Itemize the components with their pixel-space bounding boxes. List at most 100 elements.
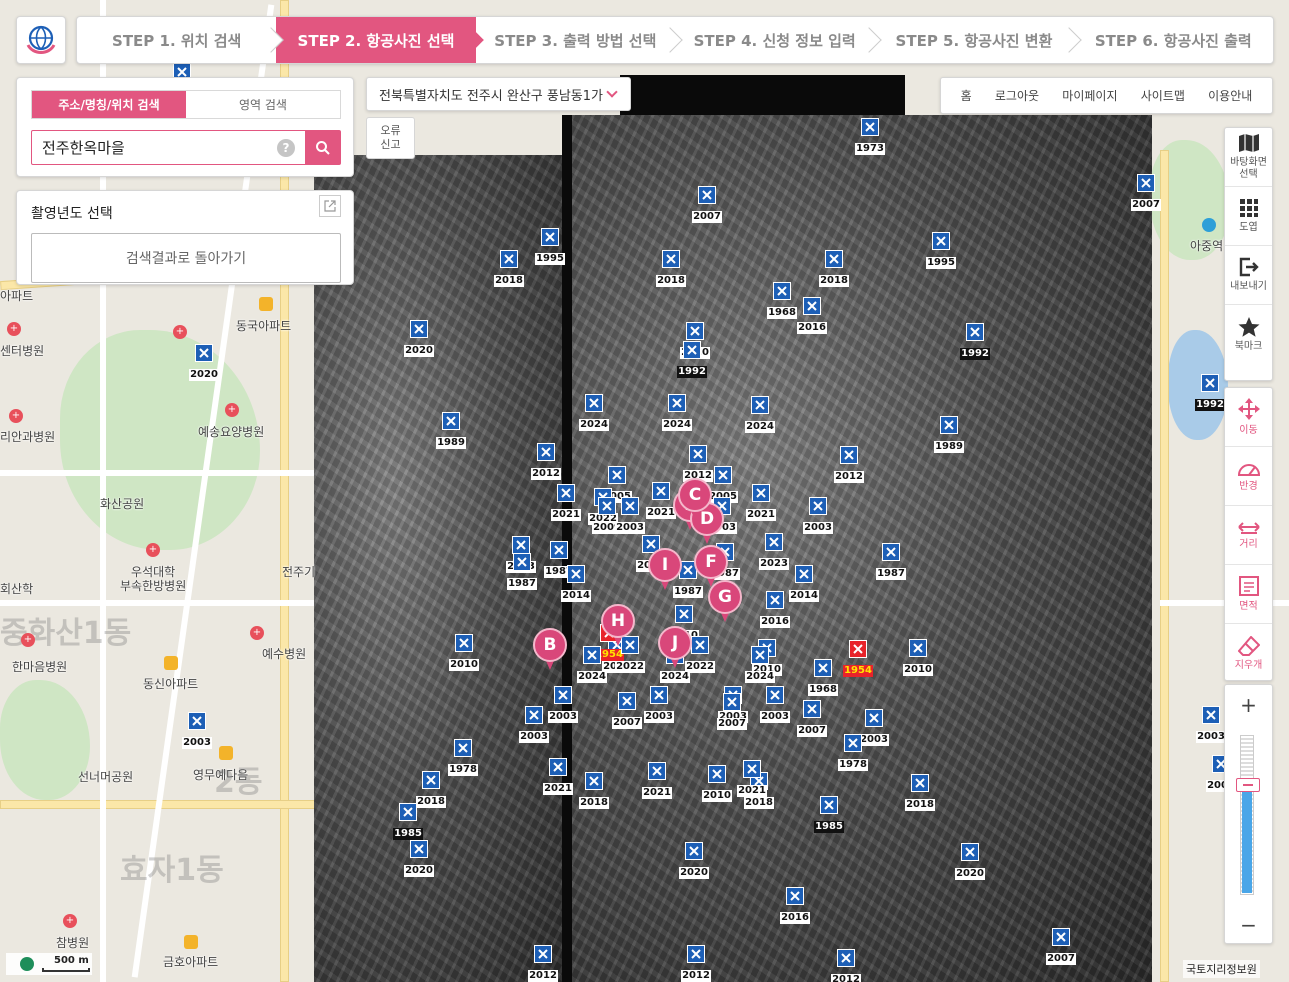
area-button[interactable]: 면적 <box>1225 565 1272 624</box>
aerial-photo-marker[interactable]: 1992 <box>1195 374 1225 411</box>
help-icon[interactable]: ? <box>277 139 295 157</box>
aerial-photo-marker[interactable]: 2003 <box>1196 706 1226 743</box>
aerial-photo-marker[interactable]: 1992 <box>960 323 990 360</box>
sheet-index-button[interactable]: 도엽 <box>1225 187 1272 246</box>
logo-button[interactable] <box>16 16 66 64</box>
aerial-photo-marker[interactable]: 2021 <box>646 482 676 519</box>
aerial-photo-marker[interactable]: 2012 <box>834 446 864 483</box>
aerial-photo-marker[interactable]: 1985 <box>814 796 844 833</box>
aerial-photo-marker[interactable]: 1995 <box>535 228 565 265</box>
aerial-photo-marker[interactable]: 2024 <box>577 646 607 683</box>
aerial-photo-marker[interactable]: 1973 <box>855 118 885 155</box>
aerial-photo-marker[interactable]: 2024 <box>662 394 692 431</box>
aerial-photo-marker[interactable]: 2003 <box>760 686 790 723</box>
aerial-photo-marker[interactable]: 2018 <box>905 774 935 811</box>
aerial-photo-marker[interactable]: 2018 <box>494 250 524 287</box>
aerial-photo-marker[interactable]: 2003 <box>519 706 549 743</box>
aerial-photo-marker[interactable]: 2014 <box>789 565 819 602</box>
aerial-photo-marker[interactable]: 1968 <box>767 282 797 319</box>
zoom-slider-handle[interactable] <box>1236 777 1260 792</box>
aerial-photo-marker[interactable]: 2020 <box>404 840 434 877</box>
aerial-photo-marker[interactable]: 2018 <box>656 250 686 287</box>
aerial-photo-marker[interactable]: 2024 <box>579 394 609 431</box>
search-result-pin[interactable]: I <box>648 548 682 592</box>
aerial-photo-marker[interactable]: 1954 <box>843 640 873 677</box>
aerial-photo-marker[interactable]: 2012 <box>528 945 558 982</box>
bookmark-button[interactable]: 북마크 <box>1225 305 1272 364</box>
aerial-photo-marker[interactable]: 2003 <box>182 712 212 749</box>
nav-logout[interactable]: 로그아웃 <box>989 83 1045 108</box>
zoom-out-button[interactable]: − <box>1225 907 1272 943</box>
aerial-photo-marker[interactable]: 1989 <box>436 412 466 449</box>
aerial-photo-marker[interactable]: 2003 <box>548 686 578 723</box>
back-to-results-button[interactable]: 검색결과로 돌아가기 <box>31 233 341 283</box>
search-result-pin[interactable]: G <box>708 580 742 624</box>
aerial-photo-marker[interactable]: 2020 <box>404 320 434 357</box>
tab-address-search[interactable]: 주소/명칭/위치 검색 <box>32 91 186 118</box>
aerial-photo-marker[interactable]: 1987 <box>876 543 906 580</box>
search-result-pin[interactable]: B <box>533 628 567 672</box>
aerial-photo-marker[interactable]: 2007 <box>1046 928 1076 965</box>
aerial-photo-marker[interactable]: 2007 <box>692 186 722 223</box>
search-result-pin[interactable]: J <box>658 626 692 670</box>
nav-guide[interactable]: 이용안내 <box>1202 83 1258 108</box>
aerial-photo-marker[interactable]: 1987 <box>507 553 537 590</box>
aerial-photo-marker[interactable]: 1995 <box>926 232 956 269</box>
aerial-photo-marker[interactable]: 2012 <box>681 945 711 982</box>
export-button[interactable]: 내보내기 <box>1225 246 1272 305</box>
aerial-photo-marker[interactable]: 2007 <box>612 692 642 729</box>
aerial-photo-marker[interactable]: 2007 <box>1131 174 1161 211</box>
aerial-photo-marker[interactable]: 1985 <box>393 803 423 840</box>
aerial-photo-marker[interactable]: 2024 <box>745 396 775 433</box>
step-2-tab[interactable]: STEP 2. 항공사진 선택 <box>276 17 484 63</box>
step-6-tab[interactable]: STEP 6. 항공사진 출력 <box>1074 17 1273 63</box>
error-report-button[interactable]: 오류 신고 <box>366 117 415 159</box>
aerial-photo-marker[interactable]: 1978 <box>448 739 478 776</box>
aerial-photo-marker[interactable]: 2021 <box>746 484 776 521</box>
search-result-pin[interactable]: C <box>678 478 712 522</box>
aerial-photo-marker[interactable]: 2014 <box>561 565 591 602</box>
search-button[interactable] <box>305 131 340 164</box>
search-result-pin[interactable]: H <box>601 604 635 648</box>
expand-button[interactable] <box>319 195 341 217</box>
search-input[interactable] <box>32 131 277 164</box>
aerial-photo-marker[interactable]: 2003 <box>615 497 645 534</box>
aerial-photo-marker[interactable]: 2012 <box>831 949 861 982</box>
aerial-photo-marker[interactable]: 1968 <box>808 659 838 696</box>
aerial-photo-marker[interactable]: 2018 <box>819 250 849 287</box>
aerial-photo-marker[interactable]: 2024 <box>745 646 775 683</box>
aerial-photo-marker[interactable]: 2020 <box>189 344 219 381</box>
aerial-photo-marker[interactable]: 2003 <box>644 686 674 723</box>
pan-button[interactable]: 이동 <box>1225 388 1272 447</box>
aerial-photo-marker[interactable]: 2007 <box>797 700 827 737</box>
aerial-photo-marker[interactable]: 2018 <box>579 772 609 809</box>
nav-mypage[interactable]: 마이페이지 <box>1056 83 1123 108</box>
aerial-photo-marker[interactable]: 2023 <box>759 533 789 570</box>
radius-button[interactable]: 반경 <box>1225 447 1272 506</box>
nav-home[interactable]: 홈 <box>955 83 978 108</box>
aerial-photo-marker[interactable]: 2007 <box>717 693 747 730</box>
aerial-photo-marker[interactable]: 2016 <box>797 297 827 334</box>
basemap-select-button[interactable]: 바탕화면 선택 <box>1225 128 1272 187</box>
address-select[interactable]: 전북특별자치도 전주시 완산구 풍남동1가 <box>366 77 631 111</box>
aerial-photo-marker[interactable]: 2016 <box>780 887 810 924</box>
aerial-photo-marker[interactable]: 2016 <box>760 591 790 628</box>
aerial-photo-marker[interactable]: 1989 <box>934 416 964 453</box>
aerial-photo-marker[interactable]: 2010 <box>449 634 479 671</box>
eraser-button[interactable]: 지우개 <box>1225 624 1272 683</box>
aerial-photo-marker[interactable]: 2021 <box>642 762 672 799</box>
aerial-photo-marker[interactable]: 2020 <box>679 842 709 879</box>
aerial-photo-marker[interactable]: 2021 <box>737 760 767 797</box>
tab-area-search[interactable]: 영역 검색 <box>186 91 340 118</box>
step-5-tab[interactable]: STEP 5. 항공사진 변환 <box>874 17 1082 63</box>
aerial-photo-marker[interactable]: 2003 <box>803 497 833 534</box>
aerial-photo-marker[interactable]: 2010 <box>702 765 732 802</box>
aerial-photo-marker[interactable]: 2021 <box>551 484 581 521</box>
step-3-tab[interactable]: STEP 3. 출력 방법 선택 <box>476 17 683 63</box>
aerial-photo-marker[interactable]: 1978 <box>838 734 868 771</box>
aerial-photo-marker[interactable]: 2010 <box>903 639 933 676</box>
aerial-photo-marker[interactable]: 2021 <box>543 758 573 795</box>
distance-button[interactable]: 거리 <box>1225 506 1272 565</box>
aerial-photo-marker[interactable]: 2020 <box>955 843 985 880</box>
nav-sitemap[interactable]: 사이트맵 <box>1135 83 1191 108</box>
